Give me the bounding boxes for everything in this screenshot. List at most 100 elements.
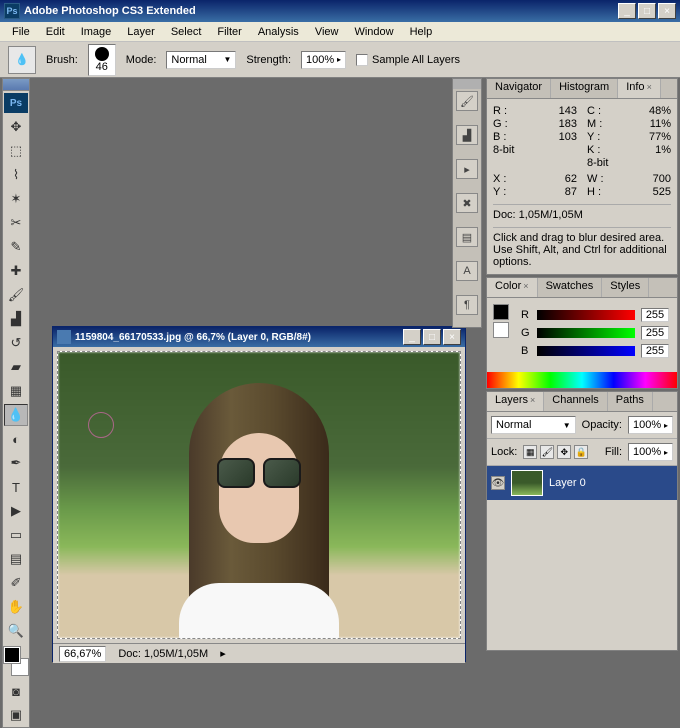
menu-select[interactable]: Select: [163, 24, 210, 40]
info-b: 103: [559, 131, 577, 143]
toolbox: Ps ✥ ⬚ ⌇ ✶ ✂ ✎ ✚ 🖌 ▟ ↺ ▰ ▦ 💧 ◐ ✒ T ▶ ▭ ▤…: [2, 78, 30, 728]
lock-all-icon[interactable]: 🔒: [574, 445, 588, 459]
menubar: File Edit Image Layer Select Filter Anal…: [0, 22, 680, 42]
app-icon: Ps: [4, 3, 20, 19]
stamp-tool[interactable]: ▟: [4, 308, 28, 330]
dodge-tool[interactable]: ◐: [4, 428, 28, 450]
tab-swatches[interactable]: Swatches: [538, 278, 603, 297]
minimize-button[interactable]: _: [618, 3, 636, 19]
type-tool[interactable]: T: [4, 476, 28, 498]
red-value[interactable]: 255: [641, 308, 669, 322]
doc-maximize-button[interactable]: □: [423, 329, 441, 345]
screenmode-tool[interactable]: ▣: [4, 704, 28, 726]
move-tool[interactable]: ✥: [4, 116, 28, 138]
foreground-color-swatch[interactable]: [4, 647, 20, 663]
maximize-button[interactable]: □: [638, 3, 656, 19]
close-button[interactable]: ×: [658, 3, 676, 19]
marquee-tool[interactable]: ⬚: [4, 140, 28, 162]
doc-close-button[interactable]: ×: [443, 329, 461, 345]
dock-paragraph-icon[interactable]: ¶: [456, 295, 478, 315]
blend-mode-select[interactable]: Normal ▼: [491, 416, 576, 434]
crop-tool[interactable]: ✂: [4, 212, 28, 234]
shape-tool[interactable]: ▭: [4, 524, 28, 546]
eraser-tool[interactable]: ▰: [4, 356, 28, 378]
menu-edit[interactable]: Edit: [38, 24, 73, 40]
blue-slider[interactable]: [537, 346, 635, 356]
strength-label: Strength:: [246, 54, 291, 66]
document-canvas[interactable]: [57, 351, 461, 639]
info-y: 77%: [649, 131, 671, 143]
current-tool-icon[interactable]: 💧: [8, 46, 36, 74]
brush-preset-picker[interactable]: 46: [88, 44, 116, 76]
blur-tool[interactable]: 💧: [4, 404, 28, 426]
lock-pixels-icon[interactable]: 🖌: [540, 445, 554, 459]
blue-value[interactable]: 255: [641, 344, 669, 358]
tab-channels[interactable]: Channels: [544, 392, 607, 411]
menu-image[interactable]: Image: [73, 24, 120, 40]
status-chevron-icon[interactable]: ▸: [220, 647, 226, 660]
notes-tool[interactable]: ▤: [4, 548, 28, 570]
lock-position-icon[interactable]: ✥: [557, 445, 571, 459]
tab-navigator[interactable]: Navigator: [487, 79, 551, 98]
color-swatches[interactable]: [4, 647, 28, 675]
green-value[interactable]: 255: [641, 326, 669, 340]
tab-styles[interactable]: Styles: [602, 278, 649, 297]
layer-row[interactable]: 👁 Layer 0: [487, 466, 677, 500]
brush-cursor-icon: [88, 412, 114, 438]
green-slider[interactable]: [537, 328, 635, 338]
menu-analysis[interactable]: Analysis: [250, 24, 307, 40]
sample-all-layers-checkbox[interactable]: Sample All Layers: [356, 54, 460, 66]
doc-minimize-button[interactable]: _: [403, 329, 421, 345]
close-icon[interactable]: ×: [523, 281, 528, 291]
mode-select[interactable]: Normal ▼: [166, 51, 236, 69]
close-icon[interactable]: ×: [530, 395, 535, 405]
opacity-input[interactable]: 100%▸: [628, 416, 673, 434]
menu-filter[interactable]: Filter: [209, 24, 249, 40]
menu-help[interactable]: Help: [402, 24, 441, 40]
dock-layercomps-icon[interactable]: ✖: [456, 193, 478, 213]
eyedropper-tool[interactable]: ✐: [4, 572, 28, 594]
lasso-tool[interactable]: ⌇: [4, 164, 28, 186]
layer-thumbnail[interactable]: [511, 470, 543, 496]
red-slider[interactable]: [537, 310, 635, 320]
tab-color[interactable]: Color×: [487, 278, 538, 297]
slice-tool[interactable]: ✎: [4, 236, 28, 258]
dock-clone-icon[interactable]: ▟: [456, 125, 478, 145]
color-swatch-picker[interactable]: [493, 304, 509, 362]
menu-window[interactable]: Window: [346, 24, 401, 40]
tab-info[interactable]: Info×: [618, 79, 661, 98]
dock-brushes-icon[interactable]: 🖌: [456, 91, 478, 111]
pen-tool[interactable]: ✒: [4, 452, 28, 474]
menu-layer[interactable]: Layer: [119, 24, 163, 40]
quick-select-tool[interactable]: ✶: [4, 188, 28, 210]
zoom-field[interactable]: 66,67%: [59, 646, 106, 662]
quickmask-tool[interactable]: ◙: [4, 680, 28, 702]
zoom-tool[interactable]: 🔍: [4, 620, 28, 642]
fill-input[interactable]: 100%▸: [628, 443, 673, 461]
strength-select[interactable]: 100% ▸: [301, 51, 346, 69]
gradient-tool[interactable]: ▦: [4, 380, 28, 402]
lock-transparency-icon[interactable]: ▦: [523, 445, 537, 459]
close-icon[interactable]: ×: [647, 82, 652, 92]
tab-layers[interactable]: Layers×: [487, 392, 544, 411]
toolbox-header[interactable]: [3, 79, 29, 91]
healing-tool[interactable]: ✚: [4, 260, 28, 282]
document-titlebar[interactable]: 1159804_66170533.jpg @ 66,7% (Layer 0, R…: [53, 327, 465, 347]
dock-character-icon[interactable]: A: [456, 261, 478, 281]
info-r: 143: [559, 105, 577, 117]
brush-tool[interactable]: 🖌: [4, 284, 28, 306]
color-panel: Color× Swatches Styles R255 G255 B255: [486, 277, 678, 389]
hand-tool[interactable]: ✋: [4, 596, 28, 618]
spectrum-picker[interactable]: [487, 372, 677, 388]
dock-actions-icon[interactable]: ▤: [456, 227, 478, 247]
tab-paths[interactable]: Paths: [608, 392, 653, 411]
history-brush-tool[interactable]: ↺: [4, 332, 28, 354]
tab-histogram[interactable]: Histogram: [551, 79, 618, 98]
info-depth: 8-bit: [493, 144, 514, 156]
visibility-eye-icon[interactable]: 👁: [491, 476, 505, 490]
menu-file[interactable]: File: [4, 24, 38, 40]
info-hint: Click and drag to blur desired area. Use…: [493, 227, 671, 268]
menu-view[interactable]: View: [307, 24, 347, 40]
path-select-tool[interactable]: ▶: [4, 500, 28, 522]
dock-toolpresets-icon[interactable]: ▸: [456, 159, 478, 179]
